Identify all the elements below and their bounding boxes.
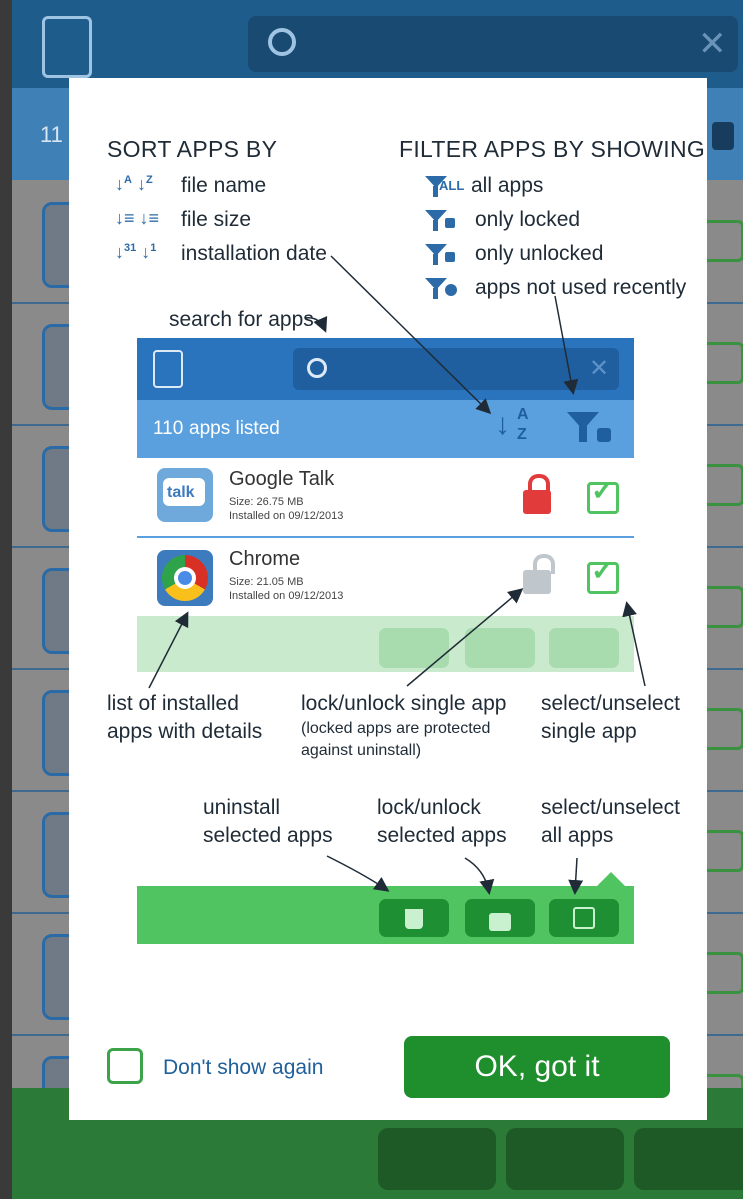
- dont-show-again-label[interactable]: Don't show again: [163, 1056, 323, 1080]
- background-unlock-icon: [712, 122, 734, 150]
- background-lock-button: [506, 1128, 624, 1190]
- background-uninstall-button: [378, 1128, 496, 1190]
- background-top-bar: ✕: [12, 0, 743, 88]
- help-dialog: SORT APPS BY ↓A ↓Z file name ↓≡ ↓≡ file …: [69, 78, 707, 1120]
- ok-got-it-button[interactable]: OK, got it: [404, 1036, 670, 1098]
- dont-show-again-checkbox[interactable]: [107, 1048, 143, 1084]
- search-icon: [268, 28, 296, 56]
- app-logo-icon: [42, 16, 92, 78]
- checkbox: [702, 586, 743, 628]
- background-select-all-button: [634, 1128, 743, 1190]
- background-apps-count: 11: [40, 122, 63, 147]
- checkbox: [702, 342, 743, 384]
- checkbox: [702, 464, 743, 506]
- background-search-field: ✕: [248, 16, 738, 72]
- checkbox: [702, 952, 743, 994]
- checkbox: [702, 708, 743, 750]
- annotation-arrows: [148, 255, 646, 895]
- checkbox: [702, 830, 743, 872]
- close-icon: ✕: [698, 25, 727, 63]
- checkbox: [702, 220, 743, 262]
